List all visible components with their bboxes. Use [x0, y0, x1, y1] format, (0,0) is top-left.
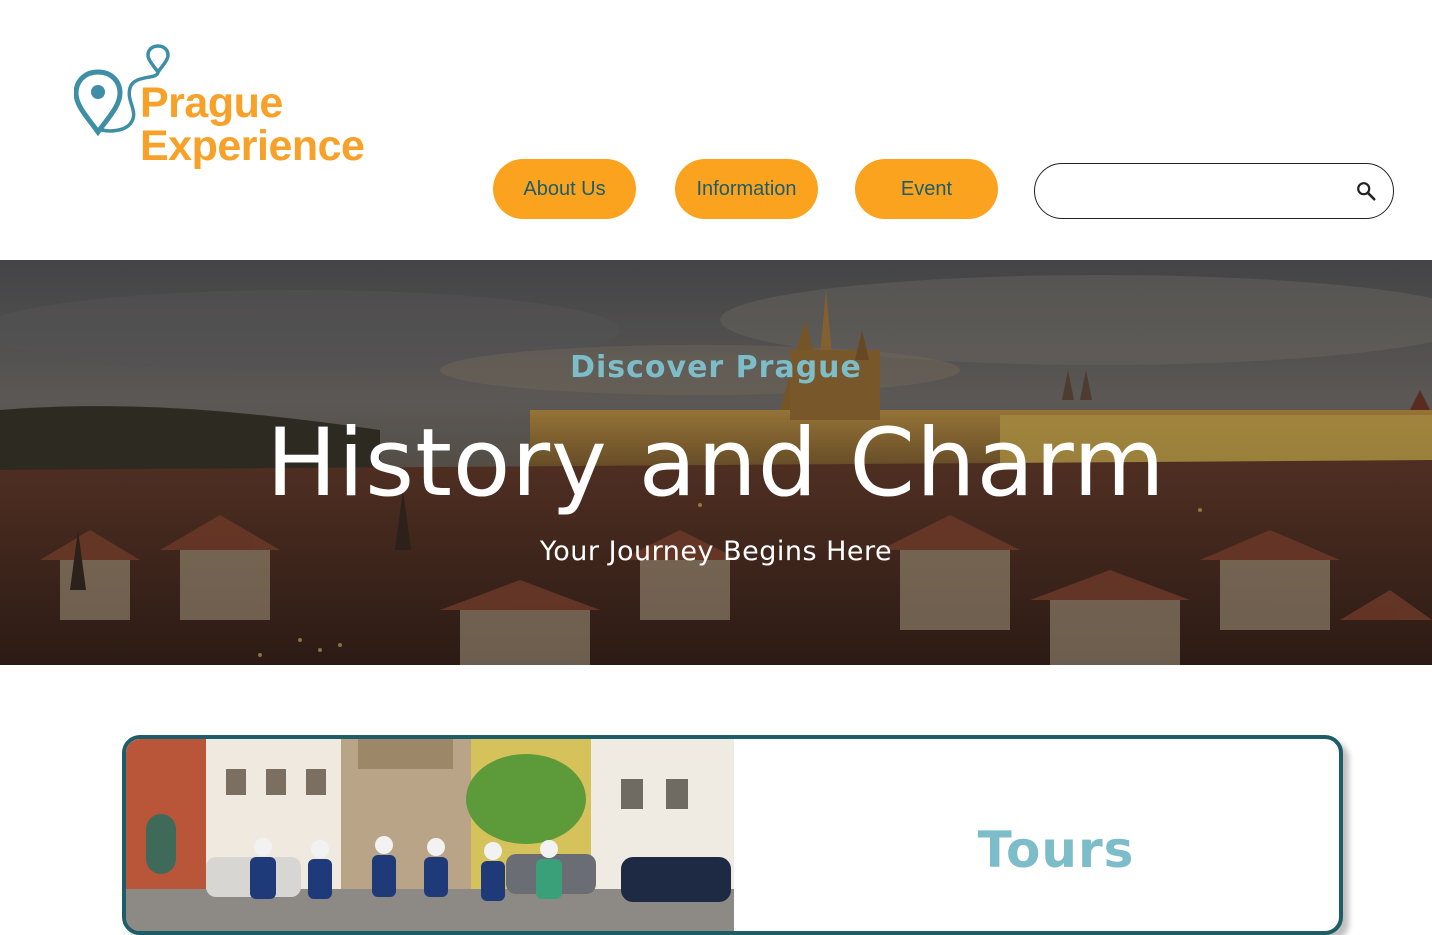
logo-line-2: Experience — [140, 122, 365, 170]
site-logo[interactable]: Prague Experience — [74, 44, 394, 179]
tours-title: Tours — [977, 821, 1135, 879]
nav-event-button[interactable]: Event — [855, 159, 998, 219]
search-bar — [1034, 163, 1394, 219]
tours-photo — [126, 739, 734, 931]
hero-banner: Discover Prague History and Charm Your J… — [0, 260, 1432, 665]
search-input[interactable] — [1055, 174, 1349, 210]
hero-subtitle: Your Journey Begins Here — [539, 536, 893, 567]
logo-text: Prague Experience — [140, 79, 365, 170]
hero-title: History and Charm — [266, 409, 1166, 518]
hero-kicker: Discover Prague — [570, 350, 862, 385]
nav-about-us-button[interactable]: About Us — [493, 159, 636, 219]
nav-information-button[interactable]: Information — [675, 159, 818, 219]
site-header: Prague Experience About Us Information E… — [0, 0, 1432, 260]
logo-line-1: Prague — [140, 79, 283, 127]
tours-card[interactable]: Tours — [122, 735, 1343, 935]
search-icon[interactable] — [1355, 180, 1377, 202]
